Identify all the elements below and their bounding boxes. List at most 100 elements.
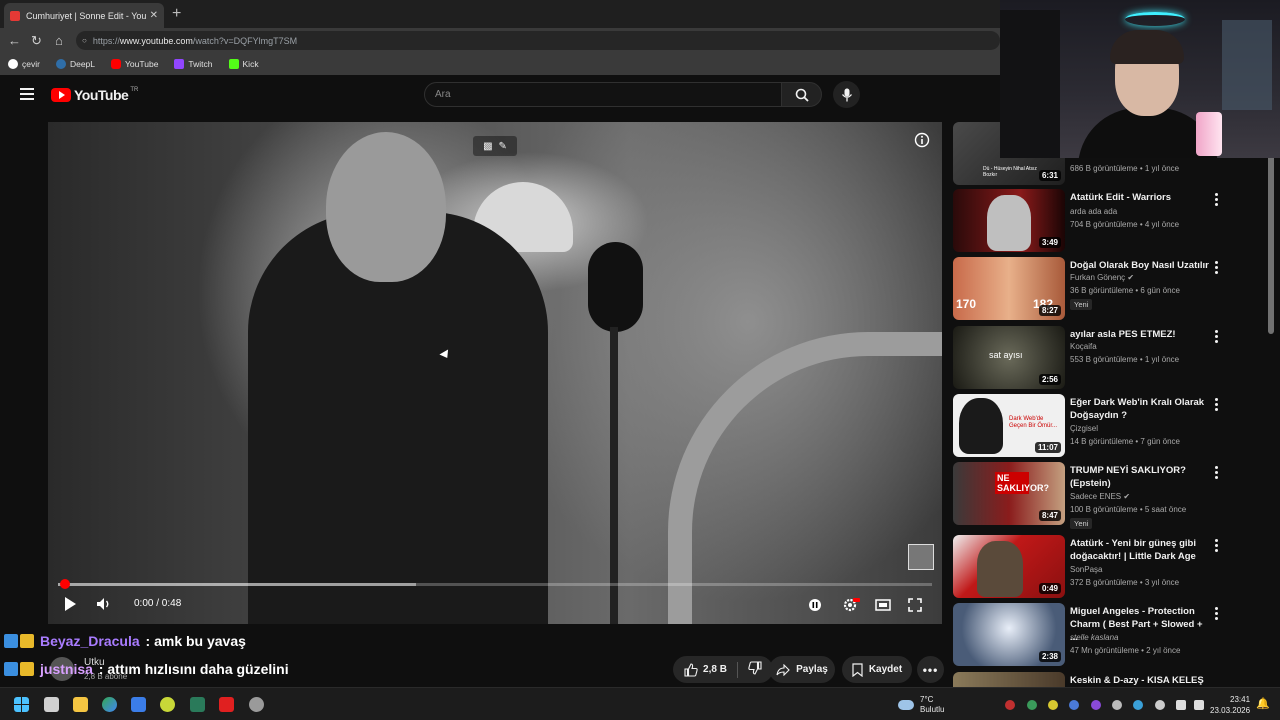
- back-arrow-icon[interactable]: ←: [8, 33, 21, 48]
- search-input[interactable]: Ara: [424, 82, 782, 107]
- home-icon[interactable]: ⌂: [55, 33, 63, 48]
- channel-name[interactable]: Furkan Gönenç ✔: [1070, 273, 1134, 282]
- channel-name[interactable]: Sadece ENES ✔: [1070, 492, 1130, 501]
- fullscreen-button[interactable]: [905, 595, 925, 615]
- channel-name[interactable]: SonPaşa: [1070, 565, 1102, 574]
- video-thumbnail[interactable]: Dark Web'de Geçen Bir Ömür... 11:07: [953, 394, 1065, 457]
- app-icon[interactable]: [190, 697, 205, 712]
- notes-icon[interactable]: ✎: [499, 141, 507, 152]
- channel-name[interactable]: Çizgisel: [1070, 424, 1098, 433]
- like-dislike-group: 2,8 B: [673, 656, 773, 683]
- edge-browser-icon[interactable]: [102, 697, 117, 712]
- hamburger-menu-icon[interactable]: [20, 88, 34, 100]
- file-explorer-icon[interactable]: [73, 697, 88, 712]
- video-title[interactable]: ayılar asla PES ETMEZ!: [1070, 328, 1210, 341]
- video-thumbnail[interactable]: 0:49: [953, 535, 1065, 598]
- wifi-icon[interactable]: [1176, 700, 1186, 710]
- video-title[interactable]: Doğal Olarak Boy Nasıl Uzatılır: [1070, 259, 1210, 272]
- weather-widget[interactable]: 7°C Bulutlu: [898, 695, 944, 715]
- video-thumbnail[interactable]: sat ayısı 2:56: [953, 326, 1065, 389]
- notification-bell-icon[interactable]: 🔔: [1256, 697, 1270, 710]
- video-thumbnail[interactable]: 3:49: [953, 189, 1065, 252]
- windows-start-icon[interactable]: [14, 697, 29, 712]
- video-title[interactable]: Keskin & D-azy - KISA KELEŞ II: [1070, 674, 1210, 687]
- recommendation-item[interactable]: Keskin & D-azy - KISA KELEŞ II: [953, 672, 1273, 687]
- bookmark-deepl[interactable]: DeepL: [55, 59, 95, 69]
- youtube-logo[interactable]: YouTube TR: [51, 87, 138, 103]
- recommendation-item[interactable]: 170 182 8:27 Doğal Olarak Boy Nasıl Uzat…: [953, 257, 1273, 321]
- dislike-button[interactable]: [748, 661, 762, 678]
- bookmark-cevir[interactable]: çevir: [8, 59, 40, 69]
- tray-icon[interactable]: [1048, 700, 1058, 710]
- video-thumbnail[interactable]: NE SAKLIYOR? 8:47: [953, 462, 1065, 525]
- more-actions-button[interactable]: •••: [917, 656, 944, 683]
- miniplayer-icon[interactable]: ▩: [483, 141, 492, 152]
- recommendation-item[interactable]: Dark Web'de Geçen Bir Ömür... 11:07 Eğer…: [953, 394, 1273, 458]
- recommendation-item[interactable]: 2:38 Miguel Angeles - Protection Charm (…: [953, 603, 1273, 667]
- channel-name[interactable]: Koçaifa: [1070, 342, 1097, 351]
- more-options-icon[interactable]: [1215, 539, 1219, 554]
- gear-icon: [843, 598, 860, 612]
- video-thumbnail[interactable]: 170 182 8:27: [953, 257, 1065, 320]
- video-player[interactable]: ▩ ✎ 0:00 / 0:48: [48, 122, 942, 624]
- autoplay-toggle[interactable]: [805, 595, 825, 615]
- channel-name[interactable]: stelle kaslana: [1070, 633, 1118, 642]
- channel-name[interactable]: arda ada ada: [1070, 207, 1117, 216]
- tray-icon[interactable]: [1069, 700, 1079, 710]
- tray-icon[interactable]: [1091, 700, 1101, 710]
- volume-icon[interactable]: [1194, 700, 1204, 710]
- recommendation-item[interactable]: NE SAKLIYOR? 8:47 TRUMP NEYİ SAKLIYOR? (…: [953, 462, 1273, 529]
- new-tab-button[interactable]: +: [172, 5, 181, 23]
- bookmark-kick[interactable]: Kick: [228, 59, 259, 69]
- tray-icon[interactable]: [1027, 700, 1037, 710]
- chat-username: Beyaz_Dracula: [40, 633, 140, 649]
- recommendation-item[interactable]: sat ayısı 2:56 ayılar asla PES ETMEZ! Ko…: [953, 326, 1273, 390]
- more-options-icon[interactable]: [1215, 261, 1219, 276]
- app-icon[interactable]: [219, 697, 234, 712]
- settings-button[interactable]: [841, 595, 861, 615]
- app-icon[interactable]: [160, 697, 175, 712]
- video-title[interactable]: Atatürk Edit - Warriors: [1070, 191, 1210, 204]
- video-title[interactable]: Eğer Dark Web'in Kralı Olarak Doğsaydın …: [1070, 396, 1210, 422]
- save-button[interactable]: Kaydet: [842, 656, 912, 683]
- browser-tab[interactable]: Cumhuriyet | Sonne Edit - YouTube ✕: [4, 3, 164, 28]
- bookmark-twitch[interactable]: Twitch: [174, 59, 213, 69]
- top-controls: ▩ ✎: [473, 136, 517, 156]
- tray-icon[interactable]: [1155, 700, 1165, 710]
- play-button[interactable]: [60, 594, 80, 614]
- voice-search-button[interactable]: [833, 81, 860, 108]
- task-view-icon[interactable]: [44, 697, 59, 712]
- info-icon[interactable]: [912, 130, 932, 150]
- tray-icon[interactable]: [1005, 700, 1015, 710]
- theater-mode-button[interactable]: [873, 595, 893, 615]
- more-options-icon[interactable]: [1215, 466, 1219, 481]
- progress-scrubber[interactable]: [60, 579, 70, 589]
- like-divider: [736, 661, 738, 678]
- recommendation-item[interactable]: 0:49 Atatürk - Yeni bir güneş gibi doğac…: [953, 535, 1273, 599]
- bookmark-youtube[interactable]: YouTube: [111, 59, 158, 69]
- video-duration: 8:47: [1038, 510, 1061, 521]
- like-button[interactable]: 2,8 B: [684, 662, 727, 677]
- video-thumbnail[interactable]: 2:38: [953, 603, 1065, 666]
- tray-icon[interactable]: [1133, 700, 1143, 710]
- video-thumbnail[interactable]: [953, 672, 1065, 687]
- more-options-icon[interactable]: [1215, 330, 1219, 345]
- tray-icon[interactable]: [1112, 700, 1122, 710]
- chrome-icon[interactable]: [249, 697, 264, 712]
- more-options-icon[interactable]: [1215, 193, 1219, 208]
- video-title[interactable]: Atatürk - Yeni bir güneş gibi doğacaktır…: [1070, 537, 1210, 563]
- recommendation-item[interactable]: 3:49 Atatürk Edit - Warriors arda ada ad…: [953, 189, 1273, 253]
- share-button[interactable]: Paylaş: [769, 656, 835, 683]
- volume-button[interactable]: [94, 594, 114, 614]
- app-icon[interactable]: [131, 697, 146, 712]
- more-options-icon[interactable]: [1215, 607, 1219, 622]
- url-field[interactable]: ○ https://www.youtube.com/watch?v=DQFYlm…: [76, 31, 1000, 50]
- reload-icon[interactable]: ↻: [31, 33, 42, 49]
- bookmarks-bar: çevir DeepL YouTube Twitch Kick: [0, 53, 1000, 75]
- end-screen-thumbnail[interactable]: [908, 544, 934, 570]
- video-title[interactable]: TRUMP NEYİ SAKLIYOR? (Epstein): [1070, 464, 1210, 490]
- tab-close-icon[interactable]: ✕: [150, 10, 158, 21]
- more-options-icon[interactable]: [1215, 398, 1219, 413]
- search-button[interactable]: [781, 82, 822, 107]
- clock[interactable]: 23:41 23.03.2026: [1210, 694, 1250, 716]
